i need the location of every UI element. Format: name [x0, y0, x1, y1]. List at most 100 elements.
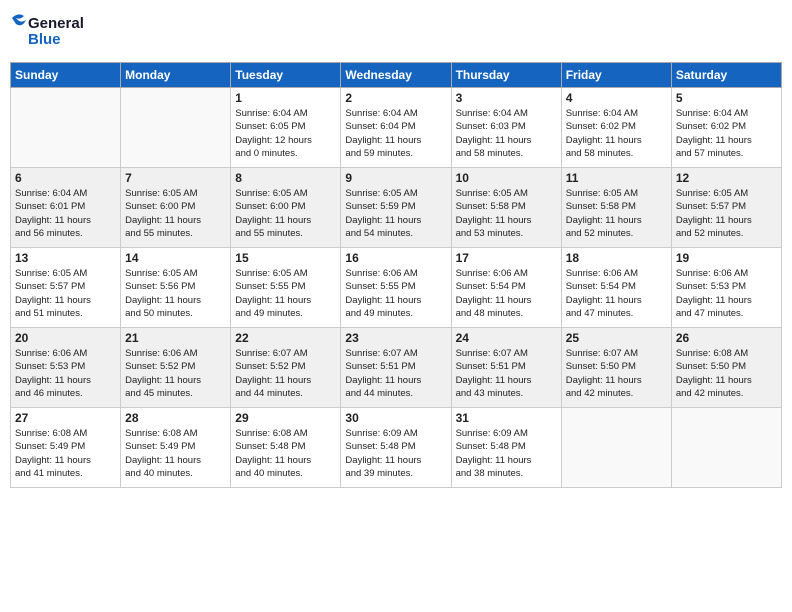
calendar-cell	[561, 408, 671, 488]
calendar-cell: 25 Sunrise: 6:07 AM Sunset: 5:50 PM Dayli…	[561, 328, 671, 408]
calendar-cell: 18 Sunrise: 6:06 AM Sunset: 5:54 PM Dayli…	[561, 248, 671, 328]
calendar-cell: 9 Sunrise: 6:05 AM Sunset: 5:59 PM Daylig…	[341, 168, 451, 248]
cell-info: Sunrise: 6:06 AM Sunset: 5:55 PM Dayligh…	[345, 267, 446, 320]
cell-info: Sunrise: 6:07 AM Sunset: 5:51 PM Dayligh…	[345, 347, 446, 400]
day-header-sunday: Sunday	[11, 63, 121, 88]
cell-info: Sunrise: 6:08 AM Sunset: 5:50 PM Dayligh…	[676, 347, 777, 400]
day-number: 18	[566, 251, 667, 265]
day-number: 24	[456, 331, 557, 345]
calendar-cell: 27 Sunrise: 6:08 AM Sunset: 5:49 PM Dayli…	[11, 408, 121, 488]
day-number: 13	[15, 251, 116, 265]
day-number: 5	[676, 91, 777, 105]
header-row: SundayMondayTuesdayWednesdayThursdayFrid…	[11, 63, 782, 88]
cell-info: Sunrise: 6:04 AM Sunset: 6:02 PM Dayligh…	[676, 107, 777, 160]
calendar-cell: 4 Sunrise: 6:04 AM Sunset: 6:02 PM Daylig…	[561, 88, 671, 168]
calendar-cell: 20 Sunrise: 6:06 AM Sunset: 5:53 PM Dayli…	[11, 328, 121, 408]
day-number: 20	[15, 331, 116, 345]
calendar-cell: 12Sunrise: 6:05 AM Sunset: 5:57 PM Dayli…	[671, 168, 781, 248]
calendar-cell: 16Sunrise: 6:06 AM Sunset: 5:55 PM Dayli…	[341, 248, 451, 328]
calendar-cell: 24 Sunrise: 6:07 AM Sunset: 5:51 PM Dayli…	[451, 328, 561, 408]
cell-info: Sunrise: 6:05 AM Sunset: 6:00 PM Dayligh…	[125, 187, 226, 240]
day-number: 4	[566, 91, 667, 105]
calendar-cell: 21Sunrise: 6:06 AM Sunset: 5:52 PM Dayli…	[121, 328, 231, 408]
calendar-cell: 3Sunrise: 6:04 AM Sunset: 6:03 PM Daylig…	[451, 88, 561, 168]
svg-text:Blue: Blue	[28, 31, 61, 48]
calendar-cell: 19 Sunrise: 6:06 AM Sunset: 5:53 PM Dayli…	[671, 248, 781, 328]
day-number: 25	[566, 331, 667, 345]
day-number: 19	[676, 251, 777, 265]
day-number: 28	[125, 411, 226, 425]
day-number: 2	[345, 91, 446, 105]
calendar-cell: 8 Sunrise: 6:05 AM Sunset: 6:00 PM Daylig…	[231, 168, 341, 248]
calendar-cell: 28 Sunrise: 6:08 AM Sunset: 5:49 PM Dayli…	[121, 408, 231, 488]
day-header-wednesday: Wednesday	[341, 63, 451, 88]
cell-info: Sunrise: 6:08 AM Sunset: 5:49 PM Dayligh…	[15, 427, 116, 480]
day-number: 17	[456, 251, 557, 265]
cell-info: Sunrise: 6:06 AM Sunset: 5:54 PM Dayligh…	[456, 267, 557, 320]
cell-info: Sunrise: 6:05 AM Sunset: 6:00 PM Dayligh…	[235, 187, 336, 240]
cell-info: Sunrise: 6:07 AM Sunset: 5:51 PM Dayligh…	[456, 347, 557, 400]
cell-info: Sunrise: 6:07 AM Sunset: 5:50 PM Dayligh…	[566, 347, 667, 400]
cell-info: Sunrise: 6:09 AM Sunset: 5:48 PM Dayligh…	[456, 427, 557, 480]
svg-text:General: General	[28, 15, 84, 32]
day-header-saturday: Saturday	[671, 63, 781, 88]
day-number: 8	[235, 171, 336, 185]
calendar-cell: 11 Sunrise: 6:05 AM Sunset: 5:58 PM Dayli…	[561, 168, 671, 248]
calendar-cell: 10 Sunrise: 6:05 AM Sunset: 5:58 PM Dayli…	[451, 168, 561, 248]
cell-info: Sunrise: 6:08 AM Sunset: 5:49 PM Dayligh…	[125, 427, 226, 480]
week-row-2: 6 Sunrise: 6:04 AM Sunset: 6:01 PM Daylig…	[11, 168, 782, 248]
calendar-cell: 31 Sunrise: 6:09 AM Sunset: 5:48 PM Dayli…	[451, 408, 561, 488]
calendar-cell: 30Sunrise: 6:09 AM Sunset: 5:48 PM Dayli…	[341, 408, 451, 488]
calendar-cell: 29 Sunrise: 6:08 AM Sunset: 5:48 PM Dayli…	[231, 408, 341, 488]
week-row-1: 1Sunrise: 6:04 AM Sunset: 6:05 PM Daylig…	[11, 88, 782, 168]
cell-info: Sunrise: 6:06 AM Sunset: 5:53 PM Dayligh…	[15, 347, 116, 400]
calendar-cell: 22 Sunrise: 6:07 AM Sunset: 5:52 PM Dayli…	[231, 328, 341, 408]
cell-info: Sunrise: 6:08 AM Sunset: 5:48 PM Dayligh…	[235, 427, 336, 480]
logo: GeneralBlue	[10, 10, 90, 54]
cell-info: Sunrise: 6:06 AM Sunset: 5:53 PM Dayligh…	[676, 267, 777, 320]
calendar-cell: 14Sunrise: 6:05 AM Sunset: 5:56 PM Dayli…	[121, 248, 231, 328]
calendar-cell: 6 Sunrise: 6:04 AM Sunset: 6:01 PM Daylig…	[11, 168, 121, 248]
day-number: 26	[676, 331, 777, 345]
day-number: 10	[456, 171, 557, 185]
calendar-cell	[11, 88, 121, 168]
day-number: 31	[456, 411, 557, 425]
cell-info: Sunrise: 6:09 AM Sunset: 5:48 PM Dayligh…	[345, 427, 446, 480]
day-number: 15	[235, 251, 336, 265]
cell-info: Sunrise: 6:05 AM Sunset: 5:58 PM Dayligh…	[456, 187, 557, 240]
cell-info: Sunrise: 6:06 AM Sunset: 5:54 PM Dayligh…	[566, 267, 667, 320]
day-number: 9	[345, 171, 446, 185]
calendar-cell: 5 Sunrise: 6:04 AM Sunset: 6:02 PM Daylig…	[671, 88, 781, 168]
cell-info: Sunrise: 6:04 AM Sunset: 6:01 PM Dayligh…	[15, 187, 116, 240]
day-number: 6	[15, 171, 116, 185]
logo-svg: GeneralBlue	[10, 10, 90, 54]
cell-info: Sunrise: 6:07 AM Sunset: 5:52 PM Dayligh…	[235, 347, 336, 400]
calendar-cell: 23Sunrise: 6:07 AM Sunset: 5:51 PM Dayli…	[341, 328, 451, 408]
day-number: 27	[15, 411, 116, 425]
page-header: GeneralBlue	[10, 10, 782, 54]
calendar-table: SundayMondayTuesdayWednesdayThursdayFrid…	[10, 62, 782, 488]
calendar-cell: 2 Sunrise: 6:04 AM Sunset: 6:04 PM Daylig…	[341, 88, 451, 168]
calendar-cell	[671, 408, 781, 488]
cell-info: Sunrise: 6:05 AM Sunset: 5:55 PM Dayligh…	[235, 267, 336, 320]
cell-info: Sunrise: 6:04 AM Sunset: 6:03 PM Dayligh…	[456, 107, 557, 160]
cell-info: Sunrise: 6:04 AM Sunset: 6:04 PM Dayligh…	[345, 107, 446, 160]
calendar-cell: 1Sunrise: 6:04 AM Sunset: 6:05 PM Daylig…	[231, 88, 341, 168]
cell-info: Sunrise: 6:05 AM Sunset: 5:58 PM Dayligh…	[566, 187, 667, 240]
calendar-cell: 15 Sunrise: 6:05 AM Sunset: 5:55 PM Dayli…	[231, 248, 341, 328]
day-number: 29	[235, 411, 336, 425]
week-row-3: 13 Sunrise: 6:05 AM Sunset: 5:57 PM Dayli…	[11, 248, 782, 328]
cell-info: Sunrise: 6:05 AM Sunset: 5:57 PM Dayligh…	[15, 267, 116, 320]
day-number: 22	[235, 331, 336, 345]
cell-info: Sunrise: 6:04 AM Sunset: 6:05 PM Dayligh…	[235, 107, 336, 160]
cell-info: Sunrise: 6:04 AM Sunset: 6:02 PM Dayligh…	[566, 107, 667, 160]
week-row-5: 27 Sunrise: 6:08 AM Sunset: 5:49 PM Dayli…	[11, 408, 782, 488]
calendar-cell	[121, 88, 231, 168]
cell-info: Sunrise: 6:05 AM Sunset: 5:59 PM Dayligh…	[345, 187, 446, 240]
day-number: 21	[125, 331, 226, 345]
day-header-monday: Monday	[121, 63, 231, 88]
day-number: 11	[566, 171, 667, 185]
cell-info: Sunrise: 6:05 AM Sunset: 5:56 PM Dayligh…	[125, 267, 226, 320]
cell-info: Sunrise: 6:05 AM Sunset: 5:57 PM Dayligh…	[676, 187, 777, 240]
calendar-cell: 26 Sunrise: 6:08 AM Sunset: 5:50 PM Dayli…	[671, 328, 781, 408]
